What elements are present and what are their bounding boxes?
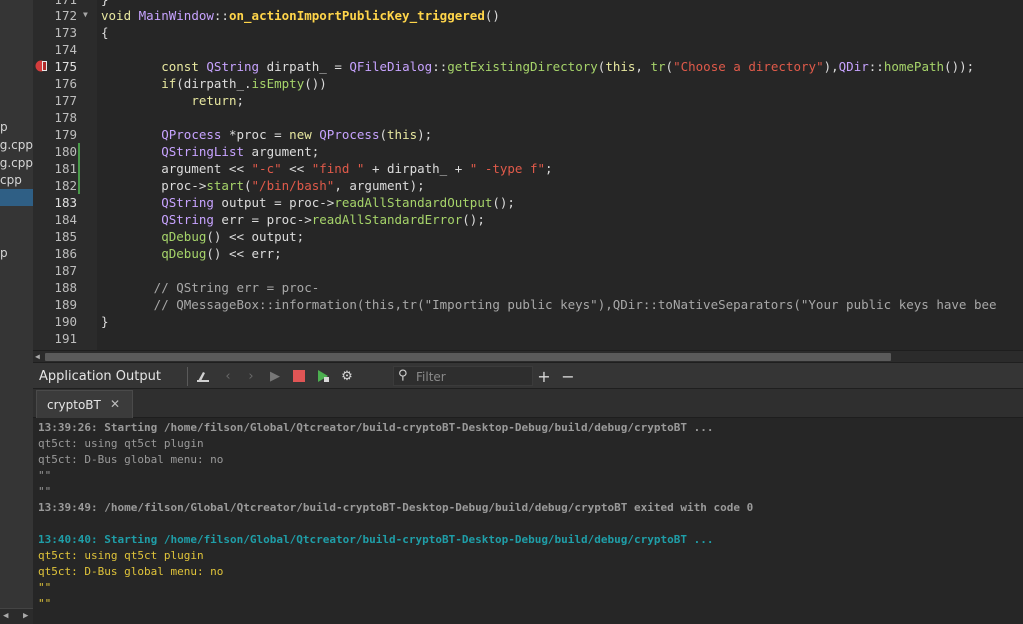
code-line: void MainWindow::on_actionImportPublicKe… [101, 8, 500, 23]
log-line: qt5ct: D-Bus global menu: no [38, 565, 224, 578]
log-line: 13:39:26: Starting /home/filson/Global/Q… [38, 421, 714, 434]
line-number: 176 [54, 76, 77, 91]
fold-arrow-icon[interactable]: ▼ [83, 10, 88, 19]
code-line: QString output = proc->readAllStandardOu… [161, 195, 515, 210]
code-line: // QMessageBox::information(this,tr("Imp… [101, 297, 997, 312]
run-icon[interactable]: ▶ [266, 367, 284, 385]
project-tree-item[interactable]: g.cpp [0, 155, 33, 171]
scroll-left-icon[interactable]: ◀ [3, 611, 8, 621]
project-tree-hscroll[interactable]: ◀ ▶ [0, 608, 33, 624]
scroll-left-icon[interactable]: ◀ [35, 352, 40, 361]
line-number: 173 [54, 25, 77, 40]
code-line: } [101, 314, 109, 329]
project-tree-item[interactable]: cpp [0, 172, 33, 188]
attach-run-icon[interactable] [314, 367, 332, 385]
toolbar-separator [187, 367, 188, 386]
code-line: // QString err = proc- [101, 280, 320, 295]
code-line: argument << "-c" << "find " + dirpath_ +… [101, 161, 553, 176]
log-line: qt5ct: using qt5ct plugin [38, 549, 204, 562]
editor-horizontal-scrollbar[interactable]: ◀ [33, 350, 1023, 362]
stop-icon[interactable] [290, 367, 308, 385]
log-line: "" [38, 581, 52, 594]
zoom-in-icon[interactable]: + [535, 367, 553, 386]
line-number: 179 [54, 127, 77, 142]
project-tree-item[interactable]: g.cpp [0, 137, 33, 153]
line-number: 188 [54, 280, 77, 295]
filter-input[interactable] [416, 369, 526, 384]
line-number: 177 [54, 93, 77, 108]
code-line: qDebug() << err; [161, 246, 282, 261]
log-line: "" [38, 469, 52, 482]
line-number: 186 [54, 246, 77, 261]
clear-icon[interactable] [194, 367, 212, 385]
line-number: 180 [54, 144, 77, 159]
zoom-out-icon[interactable]: − [559, 367, 577, 386]
log-line: qt5ct: D-Bus global menu: no [38, 453, 224, 466]
project-tree-item[interactable]: p [0, 119, 33, 135]
project-tree-item[interactable]: p [0, 245, 33, 261]
code-line: QString err = proc->readAllStandardError… [161, 212, 485, 227]
code-line: { [101, 25, 109, 40]
code-editor[interactable]: 171 172 ▼ 173 174 175 176 177 178 179 18… [33, 0, 1023, 350]
code-line: QStringList argument; [161, 144, 320, 159]
line-number: 175 [54, 59, 77, 74]
code-line: if(dirpath_.isEmpty()) [161, 76, 327, 91]
close-icon[interactable]: ✕ [110, 397, 120, 411]
output-pane-title[interactable]: Application Output [39, 369, 161, 384]
log-line: "" [38, 485, 52, 498]
line-number: 189 [54, 297, 77, 312]
line-number: 191 [54, 331, 77, 346]
line-number-gutter[interactable]: 171 172 ▼ 173 174 175 176 177 178 179 18… [33, 0, 97, 350]
log-line: "" [38, 597, 52, 610]
line-number: 190 [54, 314, 77, 329]
project-tree-selected-row[interactable] [0, 189, 33, 206]
code-line: return; [191, 93, 244, 108]
filter-field[interactable]: ⚲ [393, 366, 533, 386]
log-line: qt5ct: using qt5ct plugin [38, 437, 204, 450]
log-line: 13:40:40: Starting /home/filson/Global/Q… [38, 533, 714, 546]
code-text-area[interactable]: } void MainWindow::on_actionImportPublic… [97, 0, 1023, 350]
output-tab-strip: cryptoBT ✕ [33, 389, 1023, 418]
breakpoint-icon[interactable] [35, 60, 47, 72]
line-number: 183 [54, 195, 77, 210]
code-line: qDebug() << output; [161, 229, 305, 244]
log-line: 13:39:49: /home/filson/Global/Qtcreator/… [38, 501, 754, 514]
change-marker [78, 143, 80, 194]
line-number: 185 [54, 229, 77, 244]
prev-icon[interactable]: ‹ [219, 367, 237, 385]
tab-cryptobt[interactable]: cryptoBT ✕ [36, 390, 133, 418]
line-number: 174 [54, 42, 77, 57]
next-icon[interactable]: › [242, 367, 260, 385]
scrollbar-thumb[interactable] [45, 353, 891, 361]
code-line: QProcess *proc = new QProcess(this); [161, 127, 433, 142]
search-icon: ⚲ [398, 368, 408, 383]
line-number: 184 [54, 212, 77, 227]
scroll-right-icon[interactable]: ▶ [23, 611, 28, 621]
output-toolbar: Application Output ‹ › ▶ ⚙ ⚲ + − [33, 362, 1023, 389]
line-number: 178 [54, 110, 77, 125]
application-output-log[interactable]: 13:39:26: Starting /home/filson/Global/Q… [33, 418, 1023, 624]
code-line: proc->start("/bin/bash", argument); [101, 178, 425, 193]
code-line: const QString dirpath_ = QFileDialog::ge… [161, 59, 975, 74]
tab-label: cryptoBT [47, 398, 101, 412]
line-number: 172 [54, 8, 77, 23]
line-number: 182 [54, 178, 77, 193]
gear-icon[interactable]: ⚙ [338, 367, 356, 385]
project-tree-panel[interactable]: p g.cpp g.cpp cpp p ◀ ▶ [0, 0, 33, 624]
line-number: 187 [54, 263, 77, 278]
line-number: 181 [54, 161, 77, 176]
